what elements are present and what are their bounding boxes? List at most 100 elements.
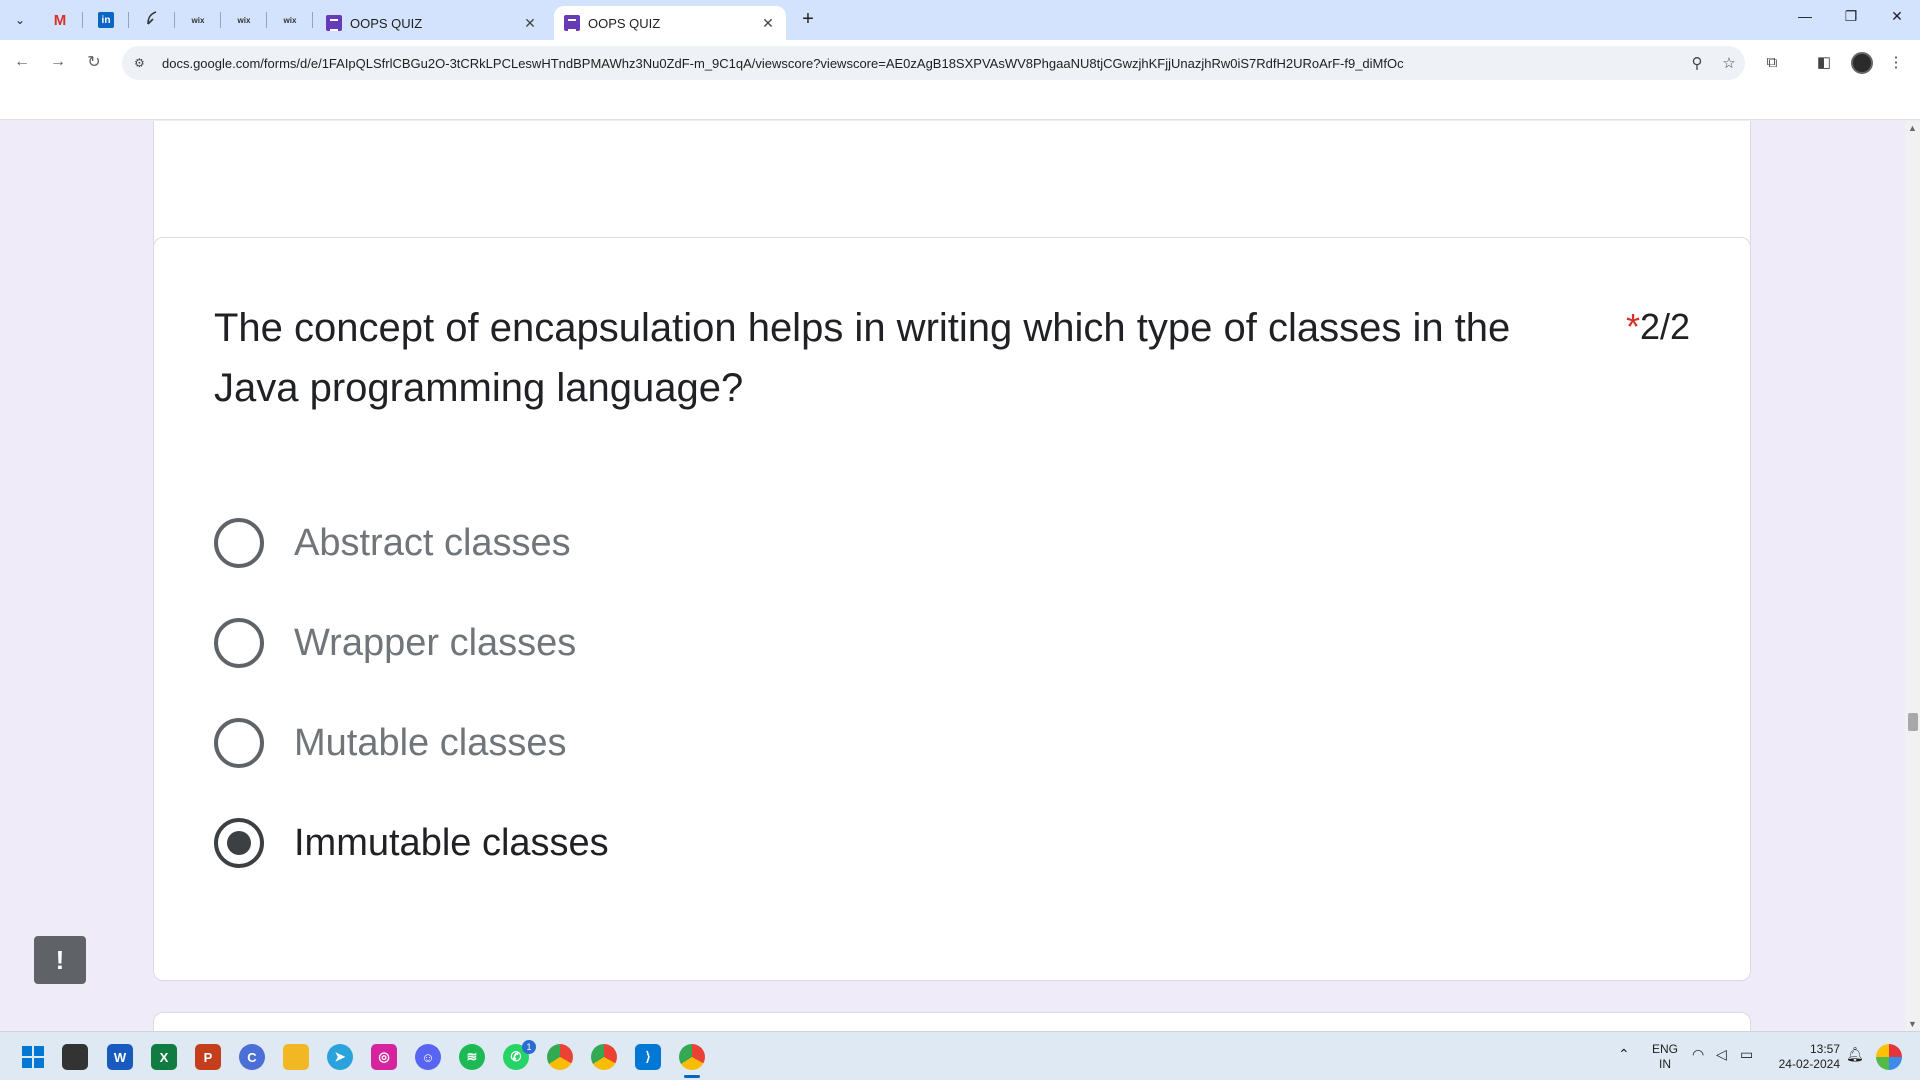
clock[interactable]: 13:57 24-02-2024: [1770, 1042, 1840, 1072]
instagram-icon[interactable]: ◎: [371, 1044, 397, 1070]
radio-button[interactable]: [214, 618, 264, 668]
battery-icon[interactable]: ▭: [1740, 1046, 1753, 1063]
vscode-icon[interactable]: ⟩: [635, 1044, 661, 1070]
tab-title: OOPS QUIZ: [588, 15, 661, 31]
forward-arrow-icon[interactable]: →: [46, 50, 70, 74]
pinned-tab-linkedin[interactable]: in: [88, 6, 124, 34]
option-label: Wrapper classes: [294, 621, 577, 664]
tab-title: OOPS QUIZ: [350, 15, 423, 31]
tab-strip: ⌄ M in wix wix wix OOPS QUIZ ✕ OOPS QUIZ…: [0, 0, 1920, 40]
google-forms-icon: [564, 15, 580, 31]
wifi-icon[interactable]: ◠: [1692, 1046, 1704, 1063]
radio-button-selected[interactable]: [214, 818, 264, 868]
region-code: IN: [1659, 1057, 1671, 1071]
feather-icon: [144, 10, 160, 31]
tab-separator: [220, 12, 221, 28]
report-feedback-button[interactable]: !: [34, 936, 86, 984]
pinned-tab-gmail[interactable]: M: [42, 6, 78, 34]
exclamation-icon: !: [55, 944, 65, 975]
tab-oops-quiz-2[interactable]: OOPS QUIZ ✕: [554, 6, 786, 40]
whatsapp-badge: 1: [522, 1040, 536, 1054]
wix-icon: wix: [283, 15, 297, 25]
pinned-tab-wix-1[interactable]: wix: [180, 6, 216, 34]
pinned-tab-wix-2[interactable]: wix: [226, 6, 262, 34]
gmail-icon: M: [53, 11, 67, 29]
option-mutable-classes[interactable]: Mutable classes: [214, 713, 566, 773]
page-scrollbar[interactable]: ▲ ▼: [1905, 121, 1920, 1031]
clock-date: 24-02-2024: [1778, 1057, 1840, 1071]
task-view-icon[interactable]: [62, 1044, 88, 1070]
excel-icon[interactable]: X: [151, 1044, 177, 1070]
tab-search-chevron-icon[interactable]: ⌄: [8, 8, 32, 32]
linkedin-icon: in: [98, 12, 114, 28]
question-points: *2/2: [1626, 306, 1690, 348]
tab-separator: [82, 12, 83, 28]
option-label: Immutable classes: [294, 821, 609, 864]
bookmark-star-icon[interactable]: ☆: [1713, 54, 1745, 72]
score-text: 2/2: [1639, 306, 1690, 347]
scroll-thumb[interactable]: [1908, 713, 1918, 731]
side-panel-icon[interactable]: ◧: [1812, 50, 1836, 74]
tray-overflow-chevron-icon[interactable]: ⌃: [1618, 1046, 1630, 1063]
chrome-active-icon[interactable]: [679, 1044, 705, 1070]
language-indicator[interactable]: ENG IN: [1650, 1042, 1680, 1072]
back-arrow-icon[interactable]: ←: [10, 50, 34, 74]
form-page: The concept of encapsulation helps in wr…: [0, 121, 1905, 1031]
radio-dot: [227, 831, 251, 855]
close-window-button[interactable]: ✕: [1882, 8, 1912, 25]
copilot-icon[interactable]: C: [239, 1044, 265, 1070]
profile-avatar[interactable]: [1851, 52, 1873, 74]
minimize-button[interactable]: —: [1790, 8, 1820, 24]
discord-icon[interactable]: ☺: [415, 1044, 441, 1070]
wix-icon: wix: [191, 15, 205, 25]
tab-oops-quiz-1[interactable]: OOPS QUIZ ✕: [316, 6, 548, 40]
site-info-icon[interactable]: ⚙: [134, 56, 152, 70]
zoom-icon[interactable]: ⚲: [1681, 54, 1713, 72]
address-bar[interactable]: ⚙ docs.google.com/forms/d/e/1FAIpQLSfrlC…: [122, 46, 1745, 80]
volume-icon[interactable]: ◁: [1716, 1046, 1727, 1063]
windows-taskbar: W X P C ➤ ◎ ☺ ≋ ✆ 1 ⟩ ⌃ ENG IN ◠ ◁ ▭ 13:…: [0, 1031, 1920, 1080]
telegram-icon[interactable]: ➤: [327, 1044, 353, 1070]
word-icon[interactable]: W: [107, 1044, 133, 1070]
active-app-indicator: [684, 1075, 700, 1078]
scroll-down-arrow-icon[interactable]: ▼: [1908, 1019, 1917, 1029]
pinned-tab-wix-3[interactable]: wix: [272, 6, 308, 34]
windows-start-icon[interactable]: [20, 1044, 46, 1070]
spotify-icon[interactable]: ≋: [459, 1044, 485, 1070]
reload-icon[interactable]: ↻: [82, 50, 106, 74]
tab-separator: [312, 12, 313, 28]
widgets-icon[interactable]: [1876, 1044, 1902, 1070]
question-card: The concept of encapsulation helps in wr…: [153, 237, 1751, 981]
option-label: Mutable classes: [294, 721, 567, 764]
clock-time: 13:57: [1809, 1042, 1840, 1056]
notification-bell-icon[interactable]: 🔔︎: [1846, 1046, 1864, 1063]
tab-separator: [128, 12, 129, 28]
chrome-profile-icon[interactable]: [591, 1044, 617, 1070]
radio-button[interactable]: [214, 518, 264, 568]
language-code: ENG: [1651, 1042, 1678, 1056]
question-text: The concept of encapsulation helps in wr…: [214, 306, 1511, 410]
powerpoint-icon[interactable]: P: [195, 1044, 221, 1070]
required-asterisk: *: [1625, 306, 1640, 347]
new-tab-button[interactable]: +: [796, 8, 820, 31]
next-question-card: [153, 1012, 1751, 1031]
menu-kebab-icon[interactable]: ⋮: [1884, 50, 1908, 74]
extensions-icon[interactable]: ⧉: [1760, 50, 1784, 74]
option-wrapper-classes[interactable]: Wrapper classes: [214, 613, 576, 673]
restore-button[interactable]: ❐: [1836, 8, 1866, 25]
google-forms-icon: [326, 15, 342, 31]
tab-separator: [266, 12, 267, 28]
close-tab-icon[interactable]: ✕: [522, 15, 538, 32]
chrome-icon[interactable]: [547, 1044, 573, 1070]
url-text[interactable]: docs.google.com/forms/d/e/1FAIpQLSfrlCBG…: [162, 56, 1681, 71]
option-abstract-classes[interactable]: Abstract classes: [214, 513, 571, 573]
folder-icon[interactable]: [283, 1044, 309, 1070]
wix-icon: wix: [237, 15, 251, 25]
pinned-tab-feather[interactable]: [134, 6, 170, 34]
browser-toolbar: ← → ↻ ⚙ docs.google.com/forms/d/e/1FAIpQ…: [0, 40, 1920, 120]
radio-button[interactable]: [214, 718, 264, 768]
option-immutable-classes[interactable]: Immutable classes: [214, 813, 609, 873]
close-tab-icon[interactable]: ✕: [760, 15, 776, 32]
option-label: Abstract classes: [294, 521, 571, 564]
scroll-up-arrow-icon[interactable]: ▲: [1908, 123, 1917, 133]
